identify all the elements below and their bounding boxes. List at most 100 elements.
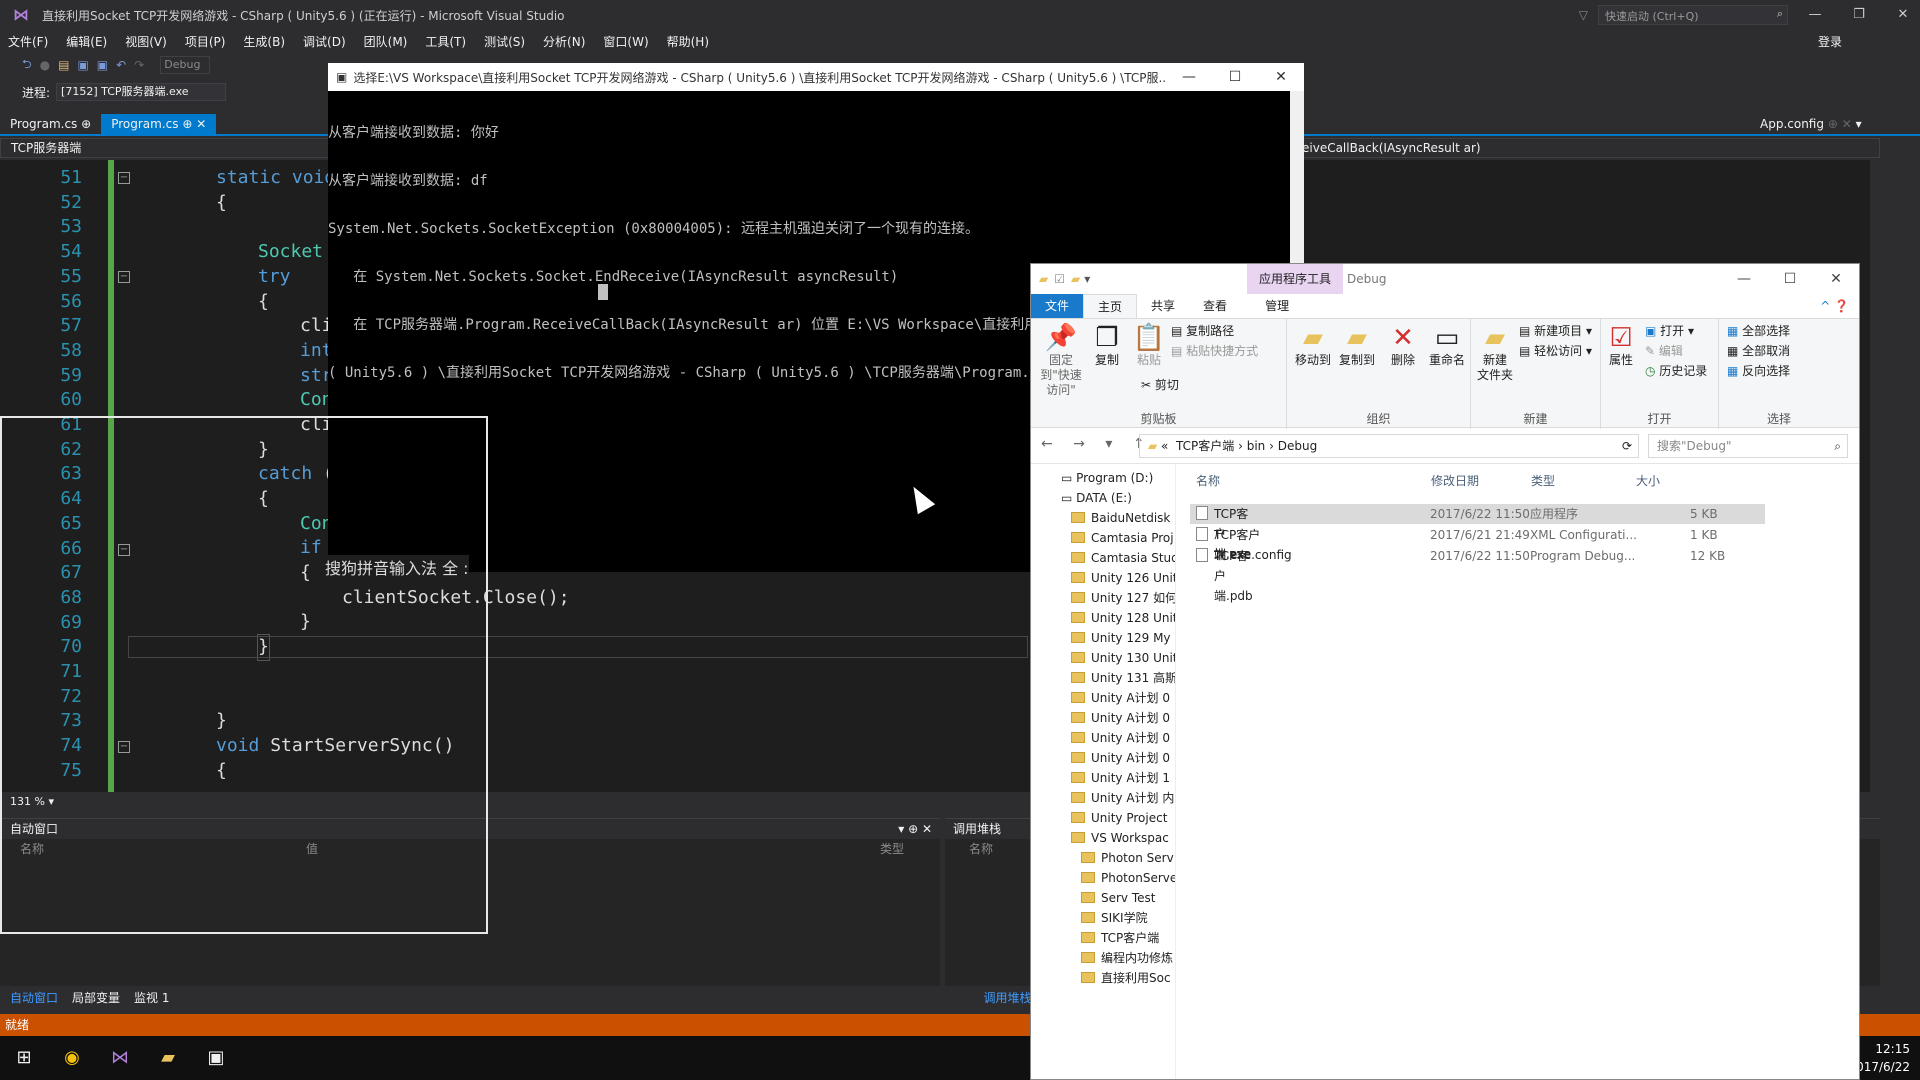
close-button[interactable]: ✕ xyxy=(1258,63,1304,91)
file-row[interactable]: TCP客户端.exe 2017/6/22 11:50 应用程序 5 KB xyxy=(1190,504,1765,561)
process-select[interactable]: [7152] TCP服务器端.exe xyxy=(56,83,227,101)
properties-button[interactable]: ☑ 属性 xyxy=(1603,323,1639,368)
tree-item[interactable]: TCP客户端 xyxy=(1081,928,1175,948)
tree-item[interactable]: PhotonServe xyxy=(1081,868,1175,888)
filter-icon[interactable]: ▽ xyxy=(1579,8,1588,22)
tree-item[interactable]: Unity 130 Unit xyxy=(1071,648,1175,668)
breadcrumb-tcp-client[interactable]: TCP客户端 xyxy=(1176,439,1234,453)
chrome-icon[interactable]: ◉ xyxy=(48,1036,96,1080)
ribbon-tab-view[interactable]: 查看 xyxy=(1189,294,1241,318)
application-tools-context-tab[interactable]: 应用程序工具 xyxy=(1247,264,1343,294)
redo-icon[interactable]: ↷ xyxy=(134,58,144,72)
tree-item[interactable]: Unity A计划 内 xyxy=(1071,788,1175,808)
solution-config-select[interactable]: Debug xyxy=(160,56,211,74)
menu-edit[interactable]: 编辑(E) xyxy=(66,33,107,50)
col-header-date[interactable]: 修改日期 xyxy=(1431,472,1479,489)
tab-call-stack[interactable]: 调用堆栈 xyxy=(983,989,1031,1006)
tree-item[interactable]: Unity 128 Unit xyxy=(1071,608,1175,628)
invert-selection-button[interactable]: ▦ 反向选择 xyxy=(1727,361,1790,381)
help-icon[interactable]: ^ ❓ xyxy=(1820,299,1849,313)
close-tab-icon[interactable]: ✕ xyxy=(1842,117,1852,131)
open-file-icon[interactable]: ▤ xyxy=(58,58,69,72)
tree-item[interactable]: Unity A计划 0 xyxy=(1071,688,1175,708)
outline-collapse-icon[interactable]: − xyxy=(118,271,130,283)
move-to-button[interactable]: ▰ 移动到 xyxy=(1293,323,1333,368)
minimize-button[interactable]: — xyxy=(1166,63,1212,91)
tree-item[interactable]: Unity 131 高斯 xyxy=(1071,668,1175,688)
col-header-type[interactable]: 类型 xyxy=(1531,472,1555,489)
chevron-down-icon[interactable]: ▾ xyxy=(1856,117,1862,131)
tree-item[interactable]: SIKI学院 xyxy=(1081,908,1175,928)
tree-item[interactable]: Serv Test xyxy=(1081,888,1175,908)
copy-path-button[interactable]: ▤ 复制路径 xyxy=(1171,321,1234,341)
tab-program-cs-client[interactable]: Program.cs ⊕ xyxy=(0,114,101,134)
menu-project[interactable]: 项目(P) xyxy=(185,33,226,50)
new-folder-icon[interactable]: ▰ xyxy=(1071,272,1080,286)
console-taskbar-icon[interactable]: ▣ xyxy=(192,1036,240,1080)
nav-arrows-icon[interactable]: ← → ▾ ↑ xyxy=(1041,436,1153,452)
close-tab-icon[interactable]: ✕ xyxy=(196,117,206,131)
close-button[interactable]: ✕ xyxy=(1813,264,1859,294)
select-none-button[interactable]: ▦ 全部取消 xyxy=(1727,341,1790,361)
tree-item[interactable]: Unity A计划 0 xyxy=(1071,728,1175,748)
ribbon-tab-home[interactable]: 主页 xyxy=(1083,294,1138,318)
menu-analyze[interactable]: 分析(N) xyxy=(543,33,585,50)
navigation-bar-project[interactable]: TCP服务器端 xyxy=(0,138,330,158)
edit-button[interactable]: ✎ 编辑 xyxy=(1645,341,1683,361)
maximize-button[interactable]: ☐ xyxy=(1212,63,1258,91)
rename-button[interactable]: ▭ 重命名 xyxy=(1425,323,1469,368)
menu-tools[interactable]: 工具(T) xyxy=(425,33,466,50)
windows-start-icon[interactable]: ⊞ xyxy=(0,1036,48,1080)
tab-watch-1[interactable]: 监视 1 xyxy=(134,989,169,1006)
editor-vertical-scrollbar[interactable] xyxy=(1870,160,1884,792)
address-bar[interactable]: ▰ « TCP客户端 › bin › Debug ⟳ xyxy=(1139,434,1639,458)
col-type[interactable]: 类型 xyxy=(880,839,904,859)
refresh-icon[interactable]: ⟳ xyxy=(1622,435,1632,457)
easy-access-button[interactable]: ▤ 轻松访问 ▾ xyxy=(1519,341,1592,361)
menu-help[interactable]: 帮助(H) xyxy=(667,33,709,50)
file-row[interactable]: TCP客户端.pdb 2017/6/22 11:50 Program Debug… xyxy=(1190,546,1765,603)
col-header-size[interactable]: 大小 xyxy=(1636,472,1660,489)
close-icon[interactable]: ▾ ⊕ ✕ xyxy=(898,819,932,839)
copy-button[interactable]: ❐ 复制 xyxy=(1089,323,1125,368)
close-button[interactable]: ✕ xyxy=(1886,0,1920,30)
new-item-button[interactable]: ▤ 新建项目 ▾ xyxy=(1519,321,1592,341)
menu-view[interactable]: 视图(V) xyxy=(125,33,167,50)
minimize-button[interactable]: — xyxy=(1721,264,1767,294)
quick-launch-input[interactable]: 快速启动 (Ctrl+Q) ⌕ xyxy=(1598,5,1788,25)
history-button[interactable]: ◷ 历史记录 xyxy=(1645,361,1707,381)
tree-item[interactable]: VS Workspac xyxy=(1071,828,1175,848)
pin-quick-access-button[interactable]: 📌 固定到"快速访问" xyxy=(1035,323,1087,398)
copy-to-button[interactable]: ▰ 复制到 xyxy=(1337,323,1377,368)
properties-icon[interactable]: ☑ xyxy=(1054,272,1065,286)
restore-button[interactable]: ❐ xyxy=(1842,0,1876,30)
ribbon-tab-share[interactable]: 共享 xyxy=(1137,294,1189,318)
visual-studio-taskbar-icon[interactable]: ⋈ xyxy=(96,1036,144,1080)
maximize-button[interactable]: ☐ xyxy=(1767,264,1813,294)
menu-window[interactable]: 窗口(W) xyxy=(603,33,648,50)
breadcrumb-overflow[interactable]: « xyxy=(1161,439,1168,453)
select-all-button[interactable]: ▦ 全部选择 xyxy=(1727,321,1790,341)
back-icon[interactable]: ⮌ xyxy=(22,55,32,76)
breadcrumb-bin[interactable]: bin xyxy=(1247,439,1266,453)
menu-debug[interactable]: 调试(D) xyxy=(303,33,346,50)
file-explorer-icon[interactable]: ▰ xyxy=(144,1036,192,1080)
search-input[interactable]: 搜索"Debug" ⌕ xyxy=(1648,434,1848,458)
tree-item[interactable]: Unity Project xyxy=(1071,808,1175,828)
ribbon-tab-file[interactable]: 文件 xyxy=(1031,294,1084,318)
pin-icon[interactable]: ⊕ xyxy=(1828,117,1838,131)
pin-icon[interactable]: ⊕ xyxy=(81,117,91,131)
paste-button[interactable]: 📋 粘贴 xyxy=(1131,323,1167,368)
tree-item[interactable]: Unity A计划 1 xyxy=(1071,768,1175,788)
tab-app-config[interactable]: App.config ⊕ ✕ ▾ xyxy=(1760,114,1920,134)
outline-collapse-icon[interactable]: − xyxy=(118,172,130,184)
cut-button[interactable]: ✂ 剪切 xyxy=(1141,375,1179,395)
tree-item[interactable]: 直接利用Soc xyxy=(1081,968,1175,988)
tree-item[interactable]: Unity 126 Unit xyxy=(1071,568,1175,588)
pin-icon[interactable]: ⊕ xyxy=(182,117,192,131)
paste-shortcut-button[interactable]: ▤ 粘贴快捷方式 xyxy=(1171,341,1258,361)
menu-file[interactable]: 文件(F) xyxy=(8,33,48,50)
tree-item[interactable]: Unity 129 My xyxy=(1071,628,1175,648)
tab-program-cs-server[interactable]: Program.cs ⊕ ✕ xyxy=(101,114,217,134)
menu-test[interactable]: 测试(S) xyxy=(484,33,525,50)
